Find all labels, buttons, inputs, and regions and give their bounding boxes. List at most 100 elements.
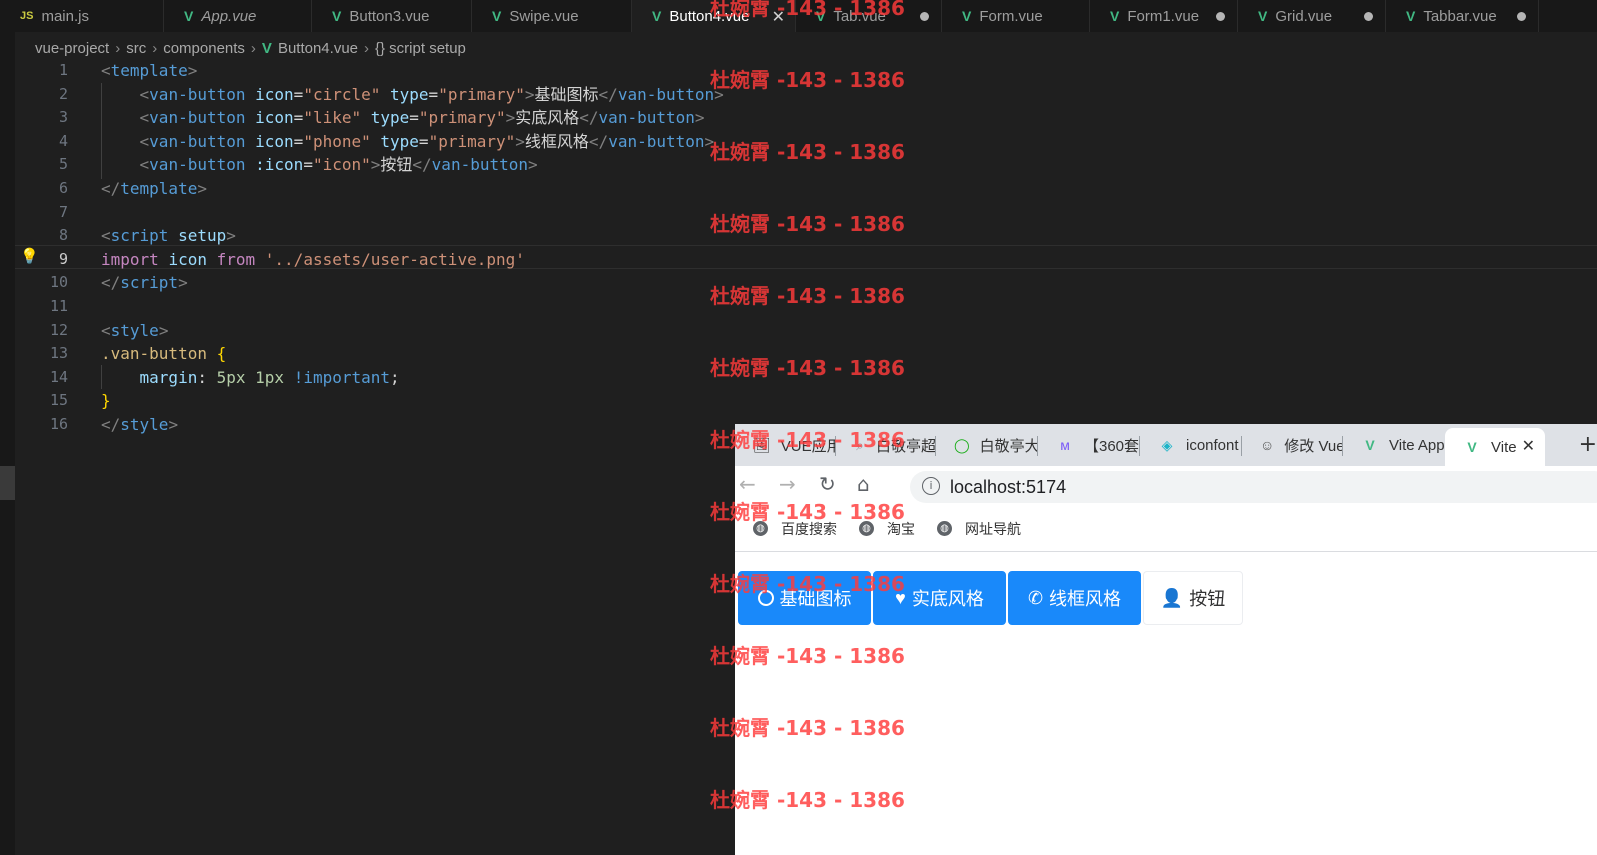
close-icon[interactable]: ✕ xyxy=(772,7,785,27)
bookmark-label: 网址导航 xyxy=(965,520,1021,537)
modified-dot-icon[interactable] xyxy=(1364,12,1373,21)
code-token: > xyxy=(178,273,188,293)
browser-tab[interactable]: V Vite App xyxy=(1343,424,1445,466)
modified-dot-icon[interactable] xyxy=(920,12,929,21)
code-token: = xyxy=(418,131,429,151)
vue-icon: V xyxy=(652,8,662,24)
tab-tab-vue[interactable]: V Tab.vue xyxy=(796,0,942,32)
modified-dot-icon[interactable] xyxy=(1216,12,1225,21)
tab-button3-vue[interactable]: V Button3.vue xyxy=(312,0,472,32)
vite-favicon-icon: V xyxy=(1365,437,1375,453)
bookmark-label: 淘宝 xyxy=(887,520,915,537)
code-token: > xyxy=(515,131,525,151)
breadcrumb-item[interactable]: {} script setup xyxy=(375,40,466,57)
code-line[interactable]: </style> xyxy=(101,413,178,437)
code-line[interactable]: <van-button icon="phone" type="primary">… xyxy=(101,130,715,154)
code-token: type xyxy=(370,108,410,128)
watermark-text: 杜婉霄 -143 - 1386 xyxy=(710,212,905,236)
line-number: 10 xyxy=(49,273,68,292)
browser-tab-active[interactable]: V Vite ✕ xyxy=(1445,428,1545,466)
code-token: setup xyxy=(178,226,227,246)
tab-button4-vue[interactable]: V Button4.vue ✕ xyxy=(632,0,796,32)
page-content: 基础图标 ♥ 实底风格 ✆ 线框风格 👤 按钮 xyxy=(735,553,1597,855)
browser-tab[interactable]: ◈ iconfont xyxy=(1140,424,1242,466)
code-line[interactable]: import icon from '../assets/user-active.… xyxy=(101,248,525,272)
tab-label: Form.vue xyxy=(979,7,1043,25)
tab-tabbar-vue[interactable]: V Tabbar.vue xyxy=(1386,0,1539,32)
code-line[interactable]: margin: 5px 1px !important; xyxy=(101,366,400,390)
ai-favicon-icon: ᴍ xyxy=(1060,437,1070,453)
line-number: 9 xyxy=(58,249,68,268)
code-line[interactable]: <van-button icon="like" type="primary">实… xyxy=(101,106,705,130)
code-token: </ xyxy=(101,273,121,293)
code-line[interactable]: <style> xyxy=(101,319,168,343)
code-line[interactable]: </script> xyxy=(101,271,188,295)
browser-tab[interactable]: 🖼 VUE应用 xyxy=(735,424,836,466)
user-icon: 👤 xyxy=(1160,587,1184,608)
bookmark-label: 百度搜索 xyxy=(781,520,837,537)
modified-dot-icon[interactable] xyxy=(1517,12,1526,21)
new-tab-icon[interactable]: + xyxy=(1579,432,1597,457)
bookmark-item[interactable]: ◍ 百度搜索 xyxy=(753,519,837,539)
info-icon[interactable]: i xyxy=(922,477,940,495)
tab-label: App.vue xyxy=(201,7,257,25)
vue-icon: V xyxy=(492,8,502,24)
close-tab-icon[interactable]: ✕ xyxy=(1522,436,1535,456)
solid-style-button[interactable]: ♥ 实底风格 xyxy=(873,571,1006,625)
code-token: van-button xyxy=(608,131,705,151)
code-line[interactable]: <van-button icon="circle" type="primary"… xyxy=(101,83,724,107)
code-line[interactable]: <van-button :icon="icon">按钮</van-button> xyxy=(101,153,538,177)
line-number: 1 xyxy=(58,61,68,79)
code-token: van-button xyxy=(149,108,246,128)
bookmark-item[interactable]: ◍ 网址导航 xyxy=(937,519,1021,539)
scroll-marker[interactable] xyxy=(0,466,15,500)
code-line[interactable]: <template> xyxy=(101,59,197,83)
back-arrow-icon[interactable]: ← xyxy=(739,472,756,496)
browser-tab[interactable]: ᴍ 【360套 xyxy=(1038,424,1140,466)
browser-window: 🖼 VUE应用 ⌕ 白敬亭超 ◯ 白敬亭大 ᴍ 【360套 ◈ iconfont… xyxy=(735,424,1597,855)
tab-form1-vue[interactable]: V Form1.vue xyxy=(1090,0,1238,32)
browser-tab[interactable]: ◯ 白敬亭大 xyxy=(936,424,1038,466)
browser-tab[interactable]: ⌕ 白敬亭超 xyxy=(836,424,936,466)
watermark-text: 杜婉霄 -143 - 1386 xyxy=(710,356,905,380)
reload-icon[interactable]: ↻ xyxy=(819,472,836,496)
forward-arrow-icon[interactable]: → xyxy=(779,472,796,496)
code-token: > xyxy=(197,179,207,198)
indent-guide xyxy=(101,365,102,389)
code-token: < xyxy=(139,84,150,104)
tab-swipe-vue[interactable]: V Swipe.vue xyxy=(472,0,632,32)
bookmark-item[interactable]: ◍ 淘宝 xyxy=(859,519,915,539)
code-line[interactable]: <script setup> xyxy=(101,224,236,248)
address-bar[interactable]: i localhost:5174 xyxy=(910,471,1597,503)
code-token: !important xyxy=(293,367,391,387)
tab-main-js[interactable]: JS main.js xyxy=(0,0,164,32)
code-token: icon xyxy=(255,108,294,128)
vite-favicon-icon: V xyxy=(1467,439,1477,455)
code-token: "icon" xyxy=(312,155,371,175)
code-token: icon xyxy=(255,131,294,151)
code-line[interactable]: .van-button { xyxy=(101,342,226,366)
breadcrumb-item[interactable]: components xyxy=(163,40,245,57)
tab-form-vue[interactable]: V Form.vue xyxy=(942,0,1090,32)
avatar-favicon-icon: ☺ xyxy=(1260,437,1275,453)
browser-tab[interactable]: ☺ 修改 Vue xyxy=(1242,424,1343,466)
line-number: 15 xyxy=(49,391,68,410)
outline-style-button[interactable]: ✆ 线框风格 xyxy=(1008,571,1141,625)
breadcrumb-item[interactable]: vue-project xyxy=(35,40,109,57)
vue-icon: V xyxy=(1258,8,1268,24)
tab-app-vue[interactable]: V App.vue xyxy=(164,0,312,32)
tab-grid-vue[interactable]: V Grid.vue xyxy=(1238,0,1386,32)
home-icon[interactable]: ⌂ xyxy=(857,472,870,496)
custom-icon-button[interactable]: 👤 按钮 xyxy=(1143,571,1243,625)
browser-toolbar: ← → ↻ ⌂ i localhost:5174 xyxy=(735,466,1597,506)
basic-icon-button[interactable]: 基础图标 xyxy=(738,571,871,625)
breadcrumb-item[interactable]: src xyxy=(126,40,146,57)
vue-icon: V xyxy=(1110,8,1120,24)
code-line[interactable]: } xyxy=(101,389,111,413)
browser-tab-label: 【360套 xyxy=(1084,437,1140,455)
breadcrumb-item[interactable]: Button4.vue xyxy=(278,40,358,57)
code-line[interactable]: </template> xyxy=(101,177,207,201)
